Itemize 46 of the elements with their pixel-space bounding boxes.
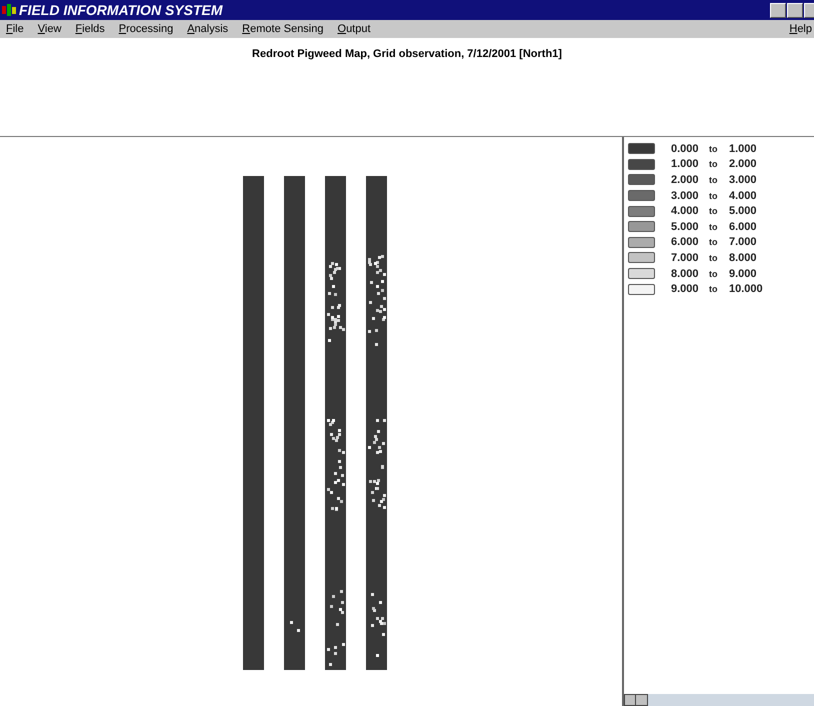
legend-label: to [709,159,718,170]
legend-label: 3.000 [671,190,700,202]
menu-item[interactable]: View [38,23,62,35]
legend-label: to [709,174,718,185]
legend-label: 7.000 [671,252,700,264]
legend-label: to [709,206,718,216]
map-title: Redroot Pigweed Map, Grid observation, 7/12/2001 [North1] [252,48,562,62]
legend-label: 0.000 [671,142,700,155]
legend-label: 6.000 [671,236,700,248]
legend-label: 4.000 [729,190,758,202]
help-menu[interactable]: Help [789,23,812,35]
menu-item[interactable]: Fields [75,23,105,35]
legend-label: 2.000 [729,158,758,170]
menu-item[interactable]: Processing [118,23,174,35]
legend-label: 7.000 [729,236,758,248]
legend-label: to [709,252,718,263]
scroll-thumb[interactable] [636,694,648,706]
legend-label: 1.000 [671,158,700,170]
menu-item[interactable]: Output [338,23,371,35]
legend-label: 6.000 [729,220,758,233]
window-title: FIELD INFORMATION SYSTEM [19,2,223,18]
menu-item[interactable]: Analysis [187,23,228,35]
legend-label: to [709,237,718,248]
legend-label: 9.000 [729,268,758,280]
legend-label: 8.000 [671,268,700,280]
horizontal-scrollbar[interactable] [624,694,814,706]
legend-label: to [709,190,718,201]
minimize-button[interactable] [770,2,786,18]
legend-label: to [709,222,718,232]
maximize-button[interactable] [787,2,803,18]
legend-label: 9.000 [671,283,700,296]
legend-label: to [709,284,718,294]
legend-label: 3.000 [729,174,758,186]
legend-label: 5.000 [729,205,758,218]
legend-label: 5.000 [671,220,700,233]
menu-item[interactable]: File [6,23,24,35]
legend-label: 10.000 [729,283,764,296]
scroll-left-button[interactable] [624,694,636,706]
legend-label: 1.000 [729,142,758,155]
app-icon [2,4,16,16]
legend-label: to [709,144,718,154]
menu-item[interactable]: Remote Sensing [242,23,324,35]
legend-label: to [709,268,718,279]
legend-label: 2.000 [671,174,700,186]
legend-label: 8.000 [729,252,758,264]
legend-label: 4.000 [671,205,700,218]
